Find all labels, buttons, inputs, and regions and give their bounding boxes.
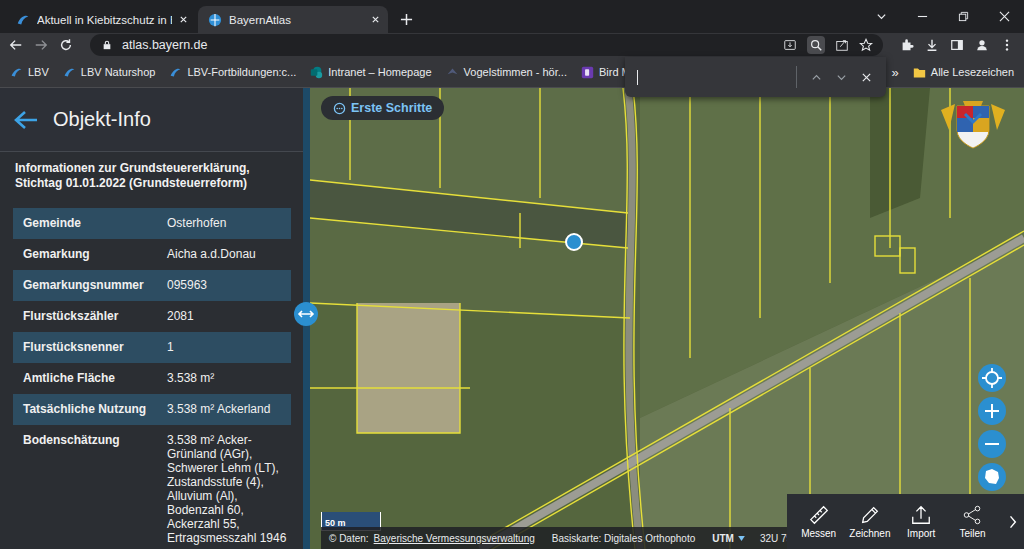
forward-icon[interactable] <box>34 38 48 52</box>
install-icon[interactable] <box>783 38 797 52</box>
attribution-link[interactable]: Bayerische Vermessungsverwaltung <box>374 533 535 544</box>
tab-bar: Aktuell in Kiebitzschutz in BayernBayern… <box>0 0 1024 33</box>
chevron-right-icon[interactable] <box>1008 514 1018 530</box>
extensions-icon[interactable] <box>900 38 914 52</box>
address-bar[interactable]: atlas.bayern.de <box>90 34 883 56</box>
find-input[interactable] <box>637 67 782 87</box>
ruler-icon <box>808 504 830 526</box>
location-marker[interactable] <box>565 233 583 251</box>
info-table: GemeindeOsterhofenGemarkungAicha a.d.Don… <box>13 208 291 548</box>
bookmark[interactable]: Vogelstimmen - hör... <box>446 66 567 79</box>
panel-splitter[interactable] <box>303 88 310 549</box>
close-icon[interactable] <box>371 15 380 24</box>
info-row: Bodenschätzung3.538 m² Acker-Grünland (A… <box>13 425 291 548</box>
find-bar <box>625 57 886 97</box>
map-view[interactable]: Erste Schritte50 m© Daten:Bayerische Ver… <box>310 88 1024 549</box>
window-controls <box>876 0 1024 33</box>
lbv-icon <box>10 66 23 79</box>
chevron-down-icon[interactable] <box>876 11 887 22</box>
chevron-down-icon[interactable] <box>836 72 847 83</box>
bird-icon <box>446 66 459 79</box>
info-row: GemarkungAicha a.d.Donau <box>13 239 291 270</box>
first-steps-button[interactable]: Erste Schritte <box>321 96 444 120</box>
all-bookmarks[interactable]: Alle Lesezeichen <box>913 66 1014 79</box>
profile-icon[interactable] <box>975 38 989 52</box>
upload-icon <box>910 504 932 526</box>
lbv-icon <box>169 66 182 79</box>
bookmark[interactable]: LBV <box>10 66 49 79</box>
close-icon[interactable] <box>179 15 188 24</box>
close-icon[interactable] <box>861 72 872 83</box>
bookmark[interactable]: Intranet – Homepage <box>310 66 431 79</box>
zoom-search-icon[interactable] <box>807 36 825 54</box>
object-info-panel: Objekt-Info Informationen zur Grundsteuer… <box>0 88 303 549</box>
locate-icon[interactable] <box>978 364 1006 392</box>
bavaria-coat-of-arms-icon <box>935 100 1011 152</box>
info-row: Flurstücksnenner1 <box>13 332 291 363</box>
share-icon <box>961 504 983 526</box>
restore-icon[interactable] <box>958 11 969 22</box>
plus-icon[interactable] <box>400 13 413 26</box>
reload-icon[interactable] <box>59 38 73 52</box>
bookmark[interactable]: LBV-Fortbildungen:c... <box>169 66 296 79</box>
panel-header: Objekt-Info <box>0 88 303 152</box>
lbv-icon <box>63 66 76 79</box>
chevron-up-icon[interactable] <box>811 72 822 83</box>
zoom-out-icon[interactable] <box>978 430 1006 458</box>
star-icon[interactable] <box>859 38 873 52</box>
orthophoto[interactable] <box>310 88 1024 549</box>
browser-window: Aktuell in Kiebitzschutz in BayernBayern… <box>0 0 1024 549</box>
resize-handle-icon[interactable] <box>294 302 318 326</box>
map-tool[interactable]: Teilen <box>949 504 996 539</box>
bird-atlas-icon <box>581 66 594 79</box>
panel-body: Informationen zur Grundsteuererklärung, … <box>0 152 303 548</box>
more-bookmarks[interactable]: » <box>892 65 899 80</box>
map-tool[interactable]: Import <box>898 504 945 539</box>
pencil-icon <box>859 504 881 526</box>
bavaria-overview-icon[interactable] <box>978 463 1006 491</box>
chat-icon <box>333 102 346 115</box>
globe-icon <box>208 13 222 27</box>
page-content: Objekt-Info Informationen zur Grundsteuer… <box>0 88 1024 549</box>
map-tool[interactable]: Zeichnen <box>846 504 893 539</box>
sharepoint-icon <box>310 66 323 79</box>
side-panel-icon[interactable] <box>950 38 964 52</box>
caret-down-icon <box>738 536 745 541</box>
zoom-in-icon[interactable] <box>978 397 1006 425</box>
download-icon[interactable] <box>925 38 939 52</box>
browser-tab[interactable]: BayernAtlas <box>198 6 388 33</box>
map-toolbar: MessenZeichnenImportTeilen <box>787 494 1024 549</box>
share-page-icon[interactable] <box>835 38 849 52</box>
crs-select[interactable]: UTM <box>712 533 745 544</box>
info-row: Flurstückszähler2081 <box>13 301 291 332</box>
bookmark[interactable]: LBV Naturshop <box>63 66 156 79</box>
info-row: Amtliche Fläche3.538 m² <box>13 363 291 394</box>
address-toolbar: atlas.bayern.de <box>0 33 1024 57</box>
text-caret <box>637 70 638 85</box>
back-arrow-icon[interactable] <box>14 110 38 130</box>
info-row: Gemarkungsnummer095963 <box>13 270 291 301</box>
back-icon[interactable] <box>9 38 23 52</box>
browser-tab[interactable]: Aktuell in Kiebitzschutz in Bayern <box>6 6 196 33</box>
attribution-bar: © Daten:Bayerische Vermessungsverwaltung… <box>321 527 787 549</box>
map-tool[interactable]: Messen <box>795 504 842 539</box>
info-row: GemeindeOsterhofen <box>13 208 291 239</box>
lbv-icon <box>16 13 30 27</box>
minimize-icon[interactable] <box>917 11 928 22</box>
close-window-icon[interactable] <box>999 11 1010 22</box>
folder-icon <box>913 66 926 79</box>
lock-icon <box>102 40 112 50</box>
map-controls <box>978 364 1006 491</box>
section-title: Informationen zur Grundsteuererklärung, … <box>13 161 291 208</box>
info-row: Tatsächliche Nutzung3.538 m² Ackerland <box>13 394 291 425</box>
menu-icon[interactable] <box>1000 38 1014 52</box>
